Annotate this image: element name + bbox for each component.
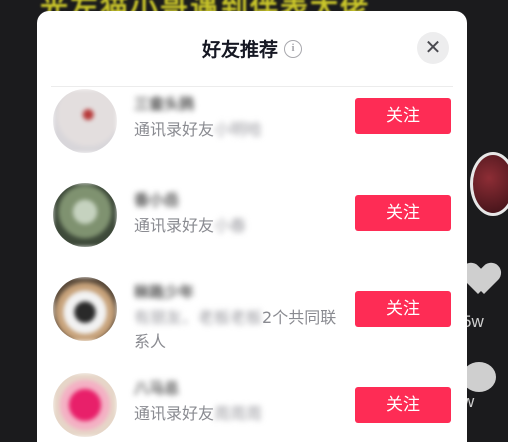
avatar[interactable] bbox=[53, 183, 117, 247]
avatar[interactable] bbox=[53, 277, 117, 341]
close-icon: ✕ bbox=[424, 35, 442, 59]
panel-title: 好友推荐 bbox=[201, 39, 278, 61]
follow-button[interactable]: 关注 bbox=[355, 387, 451, 423]
close-button[interactable]: ✕ bbox=[417, 32, 449, 64]
follow-button[interactable]: 关注 bbox=[355, 291, 451, 327]
friend-subtitle: 通讯录好友小春 bbox=[134, 216, 247, 235]
friend-name[interactable]: 香小岳 bbox=[134, 189, 179, 210]
list-item: 秣路少年 有朋友、老板老板2个共同联系人 关注 bbox=[37, 263, 467, 359]
list-item: 八马总 通讯录好友周周周 关注 bbox=[37, 359, 467, 442]
header-divider bbox=[51, 86, 453, 87]
friend-subtitle: 通讯录好友小明哈 bbox=[134, 120, 263, 139]
avatar[interactable] bbox=[53, 373, 117, 437]
friend-subtitle: 通讯录好友周周周 bbox=[134, 404, 263, 423]
comment-icon[interactable] bbox=[462, 362, 496, 392]
follow-button[interactable]: 关注 bbox=[355, 195, 451, 231]
follow-button[interactable]: 关注 bbox=[355, 98, 451, 134]
list-item: 香小岳 通讯录好友小春 关注 bbox=[37, 167, 467, 263]
friend-name[interactable]: 秣路少年 bbox=[134, 281, 194, 302]
friend-subtitle: 有朋友、老板老板2个共同联系人 bbox=[134, 308, 337, 351]
friend-recommend-panel: 好友推荐 i ✕ 三畲头鸦 通讯录好友小明哈 关注 香小岳 通讯录好友小春 关注 bbox=[37, 11, 467, 442]
creator-avatar[interactable] bbox=[470, 152, 508, 216]
info-icon[interactable]: i bbox=[284, 39, 302, 58]
friend-name[interactable]: 八马总 bbox=[134, 377, 179, 398]
friend-list: 三畲头鸦 通讯录好友小明哈 关注 香小岳 通讯录好友小春 关注 秣路少年 有朋友… bbox=[37, 71, 467, 442]
avatar[interactable] bbox=[53, 89, 117, 153]
friend-name[interactable]: 三畲头鸦 bbox=[134, 93, 194, 114]
like-icon[interactable] bbox=[464, 264, 498, 296]
